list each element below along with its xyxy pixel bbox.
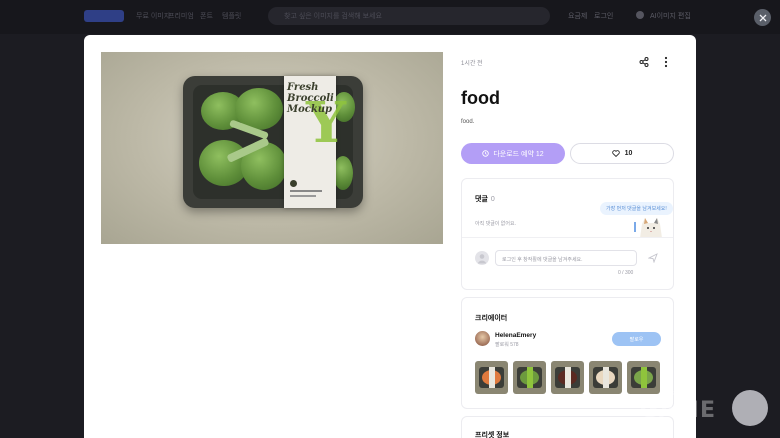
thumb-label [603,367,609,388]
comments-card: 댓글 0 가장 먼저 댓글을 남겨보세요! 아직 댓글이 없어요. 로그인 후 창… [461,178,674,290]
background-right-link: 요금제 [568,13,588,20]
no-comments-text: 아직 댓글이 없어요. [475,221,516,227]
comment-char-counter: 0 / 300 [618,270,634,276]
background-promo: AI이미지 편집 [650,13,691,20]
creator-thumbnail[interactable] [627,361,660,394]
product-label-text: Fresh Broccoli Mockup [287,82,334,115]
creator-thumbnail[interactable] [475,361,508,394]
like-button[interactable]: 10 [570,143,674,164]
thumb-label [641,367,647,388]
preview-image[interactable]: Y Fresh Broccoli Mockup [101,52,443,244]
comment-input[interactable]: 로그인 후 창작활에 댓글을 남겨주세요. [495,250,637,266]
page-title: food [461,88,500,108]
detail-modal: Y Fresh Broccoli Mockup 1시간 전 food food.… [84,35,696,438]
comments-title: 댓글 0 [475,194,495,204]
product-label-line: Broccoli [287,93,334,104]
close-modal-button[interactable] [754,9,771,26]
more-options-button[interactable] [658,54,674,70]
user-avatar-placeholder [475,251,489,265]
clock-icon [482,150,490,157]
broccoli-floret [333,156,353,190]
preset-title: 프리셋 정보 [475,432,510,438]
comments-title-text: 댓글 [475,196,488,203]
background-nav-link: 프리미엄 [168,13,194,20]
watermark-logo-text: GAME [640,398,717,423]
watermark-small-text: 게임와이 [672,392,695,398]
comments-count: 0 [490,196,495,203]
like-count: 10 [624,150,633,157]
send-icon[interactable] [648,253,658,263]
product-label-fineprint [290,190,322,192]
creator-thumbnail[interactable] [551,361,584,394]
download-reserve-label: 다운로드 예약 12 [493,150,544,158]
background-profile-dot [636,11,644,19]
creator-thumbnail[interactable] [589,361,622,394]
follow-button[interactable]: 팔로우 [612,332,661,346]
creator-name[interactable]: HelenaEmery [495,332,536,339]
share-button[interactable] [636,54,652,70]
creator-followers: 팔로워 578 [495,342,519,348]
background-right-link: 로그인 [594,13,614,20]
creator-thumbnail[interactable] [513,361,546,394]
product-label-line: Fresh [287,82,319,93]
thumb-label [489,367,495,388]
creator-card: 크리에이터 HelenaEmery 팔로워 578 팔로우 [461,297,674,409]
background-logo [84,10,124,22]
product-label-fineprint [290,195,316,197]
heart-icon [611,150,620,157]
background-search-placeholder: 찾고 싶은 이미지를 검색해 보세요 [284,13,382,20]
background-nav-link: 폰트 [200,13,213,20]
posted-time: 1시간 전 [461,61,483,67]
close-icon [759,14,766,21]
background-nav-link: 무료 이미지 [136,13,171,20]
product-label-logo [290,180,297,187]
description: food. [461,119,475,125]
download-reserve-button[interactable]: 다운로드 예약 12 [461,143,565,164]
more-vertical-icon [664,56,668,68]
thumb-label [565,367,571,388]
creator-avatar[interactable] [475,331,490,346]
background-nav-link: 템플릿 [222,13,242,20]
cat-illustration [640,218,662,238]
creator-title: 크리에이터 [475,315,508,322]
share-icon [639,57,649,67]
comments-divider [462,237,673,238]
user-icon [477,254,487,264]
thumb-label [527,367,533,388]
watermark-badge [732,390,768,426]
product-label-line: Mockup [287,104,333,115]
